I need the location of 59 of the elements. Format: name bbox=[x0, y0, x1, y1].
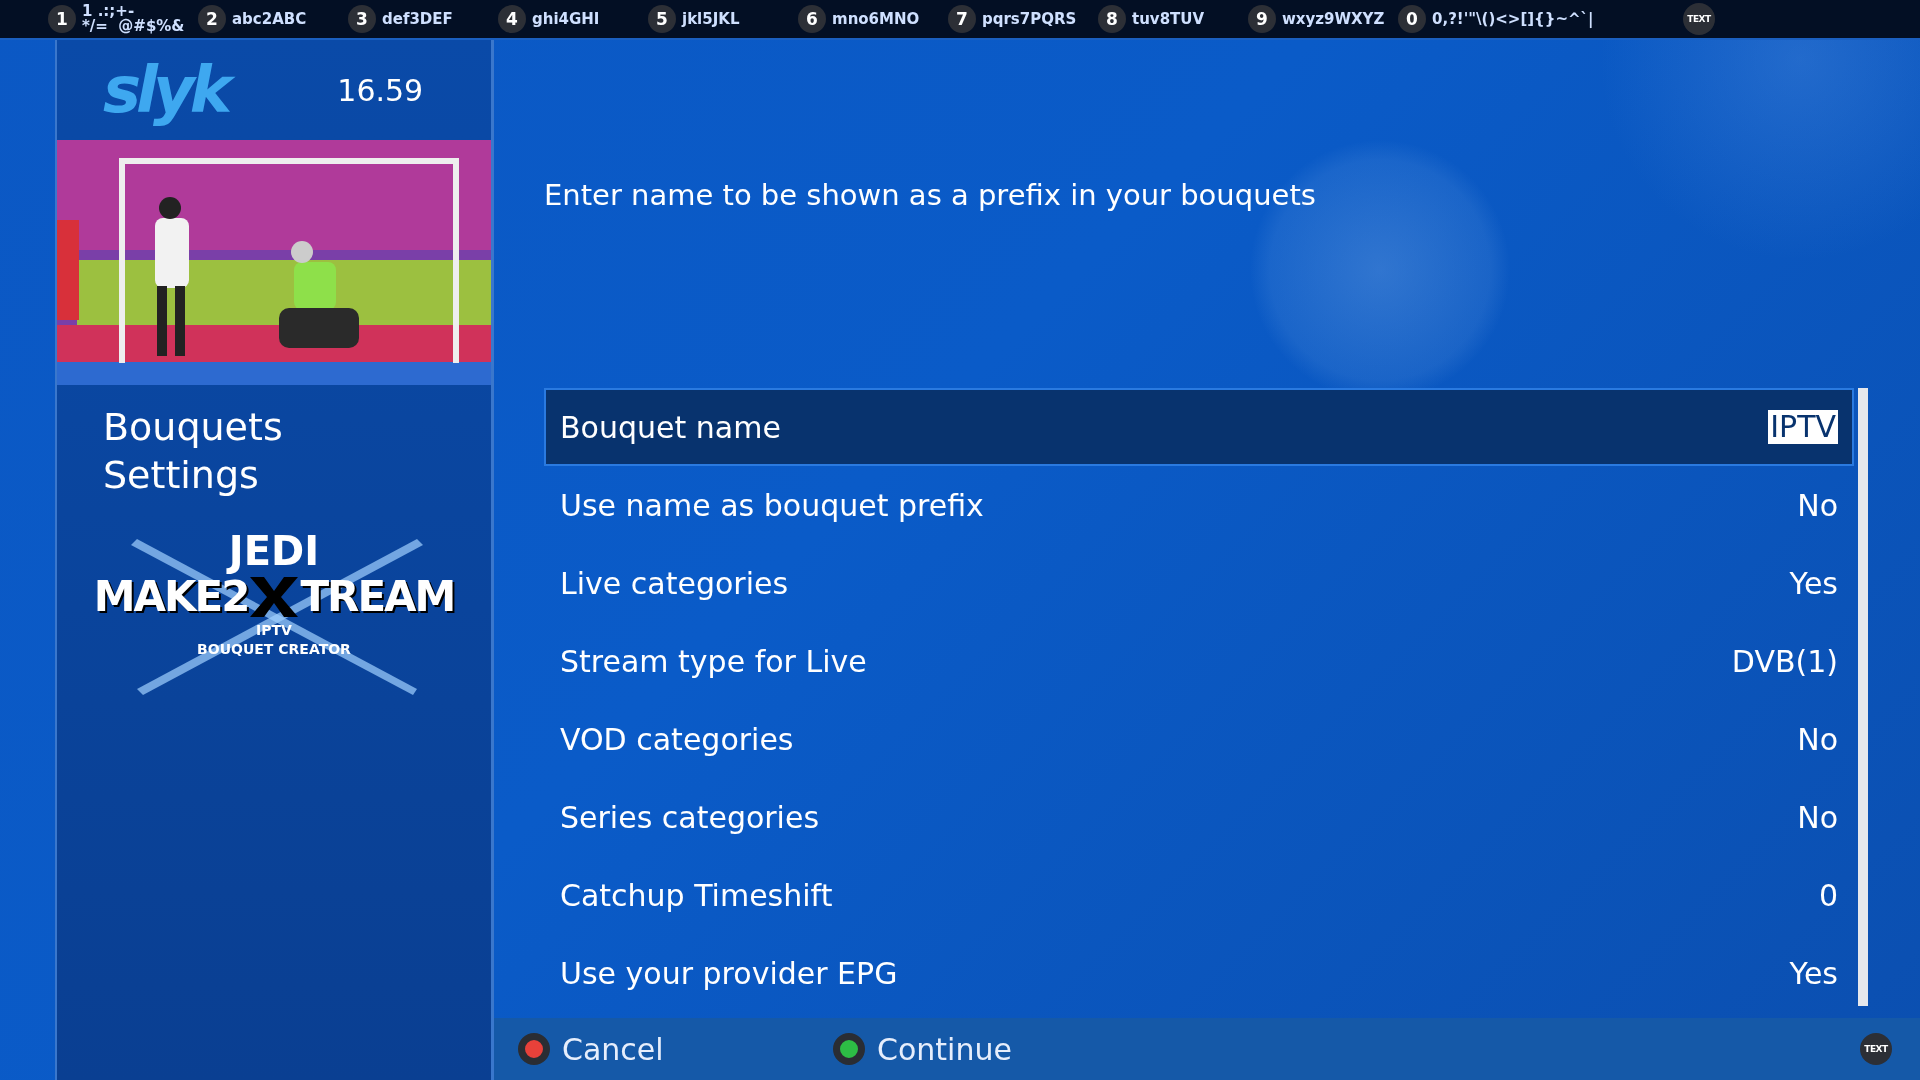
logo-subtitle: BOUQUET CREATOR bbox=[197, 640, 351, 659]
cross-icon bbox=[248, 575, 301, 619]
key-characters: mno6MNO bbox=[832, 11, 920, 27]
key-characters: ghi4GHI bbox=[532, 11, 600, 27]
key-characters: tuv8TUV bbox=[1132, 11, 1205, 27]
key-number[interactable]: 2 bbox=[198, 5, 226, 33]
key-characters: 0,?!'"\()<>[]{}~^`| bbox=[1432, 11, 1594, 27]
setting-value: Yes bbox=[1789, 565, 1838, 601]
key-characters: jkl5JKL bbox=[682, 11, 740, 27]
setting-label: Series categories bbox=[560, 799, 820, 835]
key-characters: abc2ABC bbox=[232, 11, 307, 27]
logo-title: TREAM bbox=[300, 573, 455, 621]
settings-row[interactable]: Series categories No bbox=[544, 778, 1854, 856]
setting-label: VOD categories bbox=[560, 721, 794, 757]
key-number[interactable]: 8 bbox=[1098, 5, 1126, 33]
setting-value: Yes bbox=[1789, 955, 1838, 991]
settings-row[interactable]: Bouquet name IPTV bbox=[544, 388, 1854, 466]
settings-row[interactable]: VOD categories No bbox=[544, 700, 1854, 778]
logo-title: MAKE2 bbox=[93, 573, 249, 621]
logo-title: JEDI bbox=[228, 529, 320, 573]
settings-row[interactable]: Use name as bouquet prefix No bbox=[544, 466, 1854, 544]
logo-subtitle: IPTV bbox=[256, 621, 292, 640]
text-field[interactable]: IPTV bbox=[1768, 410, 1838, 444]
key-characters: def3DEF bbox=[382, 11, 453, 27]
key-number[interactable]: 6 bbox=[798, 5, 826, 33]
screen-title: Bouquets bbox=[103, 404, 284, 451]
key-characters: 1 .:;+- */= @#$%& bbox=[82, 4, 185, 34]
settings-row[interactable]: Live categories Yes bbox=[544, 544, 1854, 622]
settings-row[interactable]: Catchup Timeshift 0 bbox=[544, 856, 1854, 934]
setting-label: Live categories bbox=[560, 565, 789, 601]
setting-label: Catchup Timeshift bbox=[560, 877, 833, 913]
key-number[interactable]: 4 bbox=[498, 5, 526, 33]
footer-action[interactable]: Continue bbox=[877, 1031, 1012, 1067]
settings-row[interactable]: Stream type for Live DVB(1) bbox=[544, 622, 1854, 700]
settings-row[interactable]: Use your provider EPG Yes bbox=[544, 934, 1854, 1012]
scrollbar[interactable] bbox=[1858, 388, 1868, 1006]
key-number[interactable]: 1 bbox=[48, 5, 76, 33]
setting-label: Use name as bouquet prefix bbox=[560, 487, 984, 523]
setting-value: No bbox=[1797, 721, 1838, 757]
setting-label: Bouquet name bbox=[560, 409, 781, 445]
screen-title: Settings bbox=[103, 452, 260, 499]
setting-label: Stream type for Live bbox=[560, 643, 867, 679]
key-number[interactable]: 9 bbox=[1248, 5, 1276, 33]
key-characters: pqrs7PQRS bbox=[982, 11, 1077, 27]
text-badge[interactable]: TEXT bbox=[1860, 1033, 1892, 1065]
key-number[interactable]: 7 bbox=[948, 5, 976, 33]
key-number[interactable]: 0 bbox=[1398, 5, 1426, 33]
setting-value: No bbox=[1797, 487, 1838, 523]
setting-value: DVB(1) bbox=[1731, 643, 1838, 679]
setting-label: Use your provider EPG bbox=[560, 955, 898, 991]
prompt-text: Enter name to be shown as a prefix in your bouquets bbox=[544, 178, 1317, 214]
key-number[interactable]: 5 bbox=[648, 5, 676, 33]
setting-value: 0 bbox=[1818, 877, 1838, 913]
key-number[interactable]: 3 bbox=[348, 5, 376, 33]
clock-time: 16.59 bbox=[337, 72, 424, 108]
text-badge[interactable]: TEXT bbox=[1683, 3, 1715, 35]
setting-value: No bbox=[1797, 799, 1838, 835]
key-characters: wxyz9WXYZ bbox=[1282, 11, 1385, 27]
footer-action[interactable]: Cancel bbox=[562, 1031, 664, 1067]
